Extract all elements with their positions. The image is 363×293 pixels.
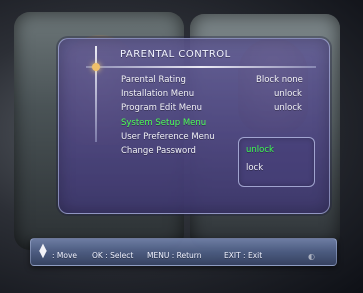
option-lock[interactable]: lock bbox=[246, 163, 263, 173]
menu-item-user-preference-menu[interactable]: User Preference Menu bbox=[121, 132, 215, 142]
updown-arrows-icon: ▲ ▼ bbox=[39, 242, 47, 260]
menu-item-parental-rating[interactable]: Parental Rating bbox=[121, 75, 186, 85]
menu-item-program-edit-menu[interactable]: Program Edit Menu bbox=[121, 103, 202, 113]
option-unlock[interactable]: unlock bbox=[246, 145, 274, 155]
hint-select: OK : Select bbox=[92, 251, 134, 260]
page-title: PARENTAL CONTROL bbox=[120, 49, 231, 60]
hint-move: : Move bbox=[52, 251, 78, 260]
hint-return: MENU : Return bbox=[147, 251, 202, 260]
cursor-crosshair-icon bbox=[92, 63, 100, 71]
hint-exit: EXIT : Exit bbox=[224, 251, 263, 260]
tv-screen: PARENTAL CONTROL Parental Rating Block n… bbox=[0, 0, 363, 293]
menu-item-system-setup-menu[interactable]: System Setup Menu bbox=[121, 118, 206, 128]
menu-value-parental-rating: Block none bbox=[256, 75, 303, 85]
menu-item-installation-menu[interactable]: Installation Menu bbox=[121, 89, 194, 99]
cursor-horizontal-line bbox=[86, 66, 316, 68]
menu-value-program-edit-menu: unlock bbox=[274, 103, 302, 113]
channel-watermark-icon: ◐ bbox=[308, 252, 315, 261]
menu-value-installation-menu: unlock bbox=[274, 89, 302, 99]
menu-item-change-password[interactable]: Change Password bbox=[121, 146, 196, 156]
cursor-vertical-line bbox=[95, 46, 97, 142]
